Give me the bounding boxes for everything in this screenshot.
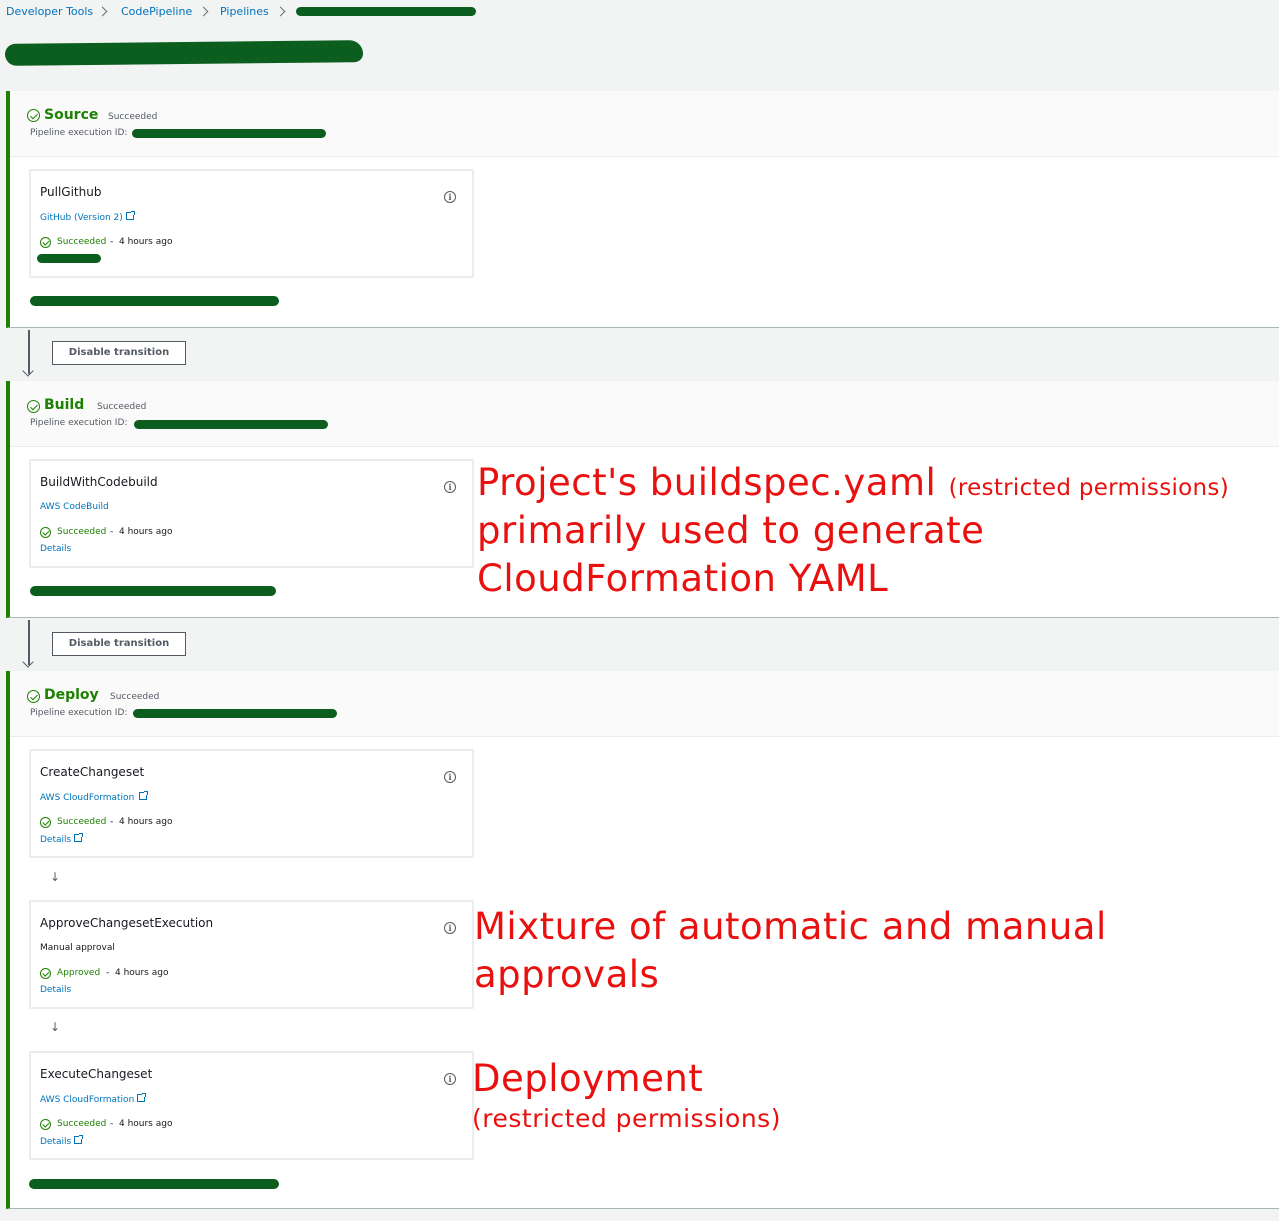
chevron-right-icon: [275, 6, 286, 17]
redacted-execution-id[interactable]: [134, 420, 328, 429]
stage-status: Succeeded: [97, 402, 147, 412]
annotation-buildspec-line3: CloudFormation YAML: [477, 557, 889, 600]
redacted-commit-id[interactable]: [37, 254, 101, 263]
action-status: Succeeded: [57, 237, 107, 247]
success-check-icon: [40, 817, 51, 828]
info-icon[interactable]: i: [444, 771, 456, 783]
success-check-icon: [27, 400, 40, 413]
stage-title: Deploy: [44, 687, 99, 703]
action-provider-link[interactable]: AWS CodeBuild: [40, 502, 109, 512]
chevron-right-icon: [97, 6, 108, 17]
redacted-deploy-summary: [29, 1179, 279, 1189]
external-link-icon: [139, 791, 149, 800]
annotation-text: Project's buildspec.yaml: [477, 461, 937, 504]
success-check-icon: [40, 1119, 51, 1130]
info-icon[interactable]: i: [444, 1073, 456, 1085]
redacted-page-title: [4, 40, 364, 66]
action-timestamp: - 4 hours ago: [106, 968, 169, 978]
action-timestamp: - 4 hours ago: [110, 817, 173, 827]
action-name: ApproveChangesetExecution: [40, 916, 214, 930]
details-link[interactable]: Details: [40, 1135, 84, 1147]
breadcrumb-developer-tools[interactable]: Developer Tools: [6, 5, 93, 18]
execution-id-label: Pipeline execution ID:: [30, 708, 128, 718]
action-status: Succeeded: [57, 817, 107, 827]
action-status: Succeeded: [57, 527, 107, 537]
disable-transition-button[interactable]: Disable transition: [52, 632, 186, 656]
external-link-icon: [74, 833, 84, 842]
action-card-buildwithcodebuild: BuildWithCodebuild i AWS CodeBuild Succe…: [30, 460, 473, 567]
arrow-down-icon: [22, 656, 34, 668]
stage-title: Source: [44, 107, 99, 123]
success-check-icon: [40, 237, 51, 248]
stage-status: Succeeded: [110, 692, 160, 702]
action-name: CreateChangeset: [40, 765, 145, 779]
action-provider: Manual approval: [40, 943, 115, 953]
redacted-execution-id[interactable]: [133, 709, 337, 718]
action-name: ExecuteChangeset: [40, 1067, 153, 1081]
external-link-icon: [74, 1135, 84, 1144]
external-link-icon: [125, 211, 135, 220]
info-icon[interactable]: i: [444, 481, 456, 493]
action-status: Approved: [57, 968, 101, 978]
redacted-build-summary: [30, 586, 276, 596]
annotation-buildspec-line2: primarily used to generate: [477, 509, 985, 552]
details-link[interactable]: Details: [40, 544, 71, 554]
action-name: PullGithub: [40, 185, 102, 199]
action-name: BuildWithCodebuild: [40, 475, 158, 489]
breadcrumb-pipelines[interactable]: Pipelines: [220, 5, 269, 18]
action-provider-link[interactable]: AWS CloudFormation: [40, 791, 149, 803]
provider-label: AWS CloudFormation: [40, 1095, 135, 1105]
arrow-down-icon: ↓: [50, 1020, 61, 1034]
action-provider-link[interactable]: GitHub (Version 2): [40, 211, 135, 223]
redacted-pipeline-breadcrumb: [296, 7, 476, 16]
stage-header: Build Succeeded Pipeline execution ID:: [10, 381, 1279, 447]
action-provider-link[interactable]: AWS CloudFormation: [40, 1093, 147, 1105]
stage-source: Source Succeeded Pipeline execution ID: …: [6, 91, 1279, 328]
redacted-execution-id[interactable]: [132, 129, 326, 138]
action-card-approvechangesetexecution: ApproveChangesetExecution i Manual appro…: [30, 901, 473, 1008]
disable-transition-button[interactable]: Disable transition: [52, 341, 186, 365]
chevron-right-icon: [198, 6, 209, 17]
action-status: Succeeded: [57, 1119, 107, 1129]
success-check-icon: [40, 968, 51, 979]
provider-label: GitHub (Version 2): [40, 213, 123, 223]
details-link[interactable]: Details: [40, 833, 84, 845]
execution-id-label: Pipeline execution ID:: [30, 418, 128, 428]
action-card-createchangeset: CreateChangeset i AWS CloudFormation Suc…: [30, 750, 473, 857]
action-timestamp: - 4 hours ago: [110, 1119, 173, 1129]
annotation-deployment-sub: (restricted permissions): [472, 1104, 781, 1133]
stage-status: Succeeded: [108, 112, 158, 122]
provider-label: AWS CloudFormation: [40, 793, 135, 803]
info-icon[interactable]: i: [444, 922, 456, 934]
breadcrumb-codepipeline[interactable]: CodePipeline: [121, 5, 192, 18]
action-timestamp: - 4 hours ago: [110, 237, 173, 247]
external-link-icon: [137, 1093, 147, 1102]
stage-title: Build: [44, 397, 85, 413]
info-icon[interactable]: i: [444, 191, 456, 203]
action-timestamp: - 4 hours ago: [110, 527, 173, 537]
details-label: Details: [40, 835, 72, 845]
arrow-down-icon: [22, 365, 34, 377]
execution-id-label: Pipeline execution ID:: [30, 128, 128, 138]
stage-header: Source Succeeded Pipeline execution ID:: [10, 91, 1279, 157]
action-card-executechangeset: ExecuteChangeset i AWS CloudFormation Su…: [30, 1052, 473, 1159]
action-card-pullgithub: PullGithub i GitHub (Version 2) Succeede…: [30, 170, 473, 277]
arrow-down-icon: ↓: [50, 870, 61, 884]
annotation-approvals-line2: approvals: [474, 953, 660, 996]
details-label: Details: [40, 1137, 72, 1147]
success-check-icon: [27, 109, 40, 122]
stage-header: Deploy Succeeded Pipeline execution ID:: [10, 671, 1279, 737]
annotation-approvals-line1: Mixture of automatic and manual: [474, 905, 1107, 948]
redacted-source-summary: [30, 296, 279, 306]
success-check-icon: [40, 527, 51, 538]
annotation-deployment: Deployment: [472, 1057, 704, 1100]
success-check-icon: [27, 690, 40, 703]
details-link[interactable]: Details: [40, 985, 71, 995]
annotation-buildspec: Project's buildspec.yaml (restricted per…: [477, 461, 1229, 510]
annotation-text-small: (restricted permissions): [948, 475, 1229, 501]
